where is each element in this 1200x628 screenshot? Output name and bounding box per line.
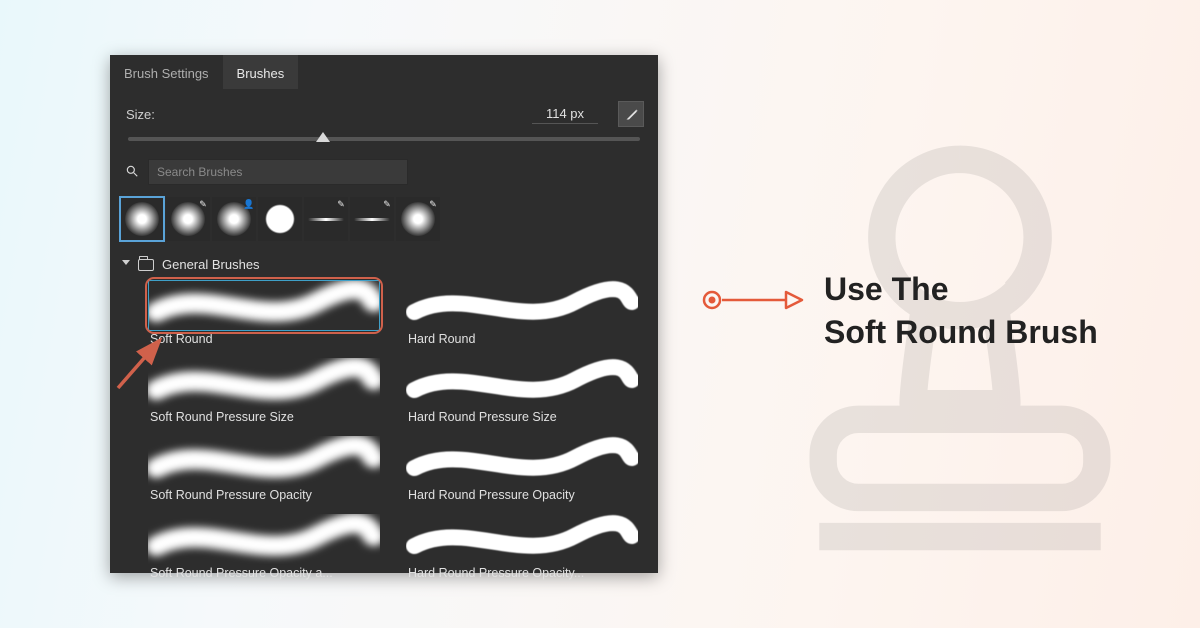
- brush-stroke-preview: [148, 436, 380, 486]
- instruction-arrow-icon: [700, 288, 806, 312]
- instruction-line-1: Use The: [824, 268, 1098, 311]
- line-shape-icon: [354, 218, 390, 221]
- folder-general-brushes[interactable]: General Brushes: [110, 251, 658, 280]
- brush-item[interactable]: Hard Round Pressure Opacity...: [406, 514, 638, 586]
- search-input[interactable]: [148, 159, 408, 185]
- size-label: Size:: [126, 107, 176, 122]
- thin-line-thumb-2[interactable]: ✎: [350, 197, 394, 241]
- recent-brushes-row: ✎ 👤 ✎ ✎ ✎: [110, 193, 658, 251]
- panel-tabbar: Brush Settings Brushes: [110, 55, 658, 89]
- soft-round-big-thumb[interactable]: ✎: [396, 197, 440, 241]
- brush-label: Hard Round: [406, 330, 638, 352]
- pencil-badge-icon: ✎: [427, 198, 439, 210]
- brush-stroke-preview: [148, 280, 380, 330]
- brush-label: Soft Round Pressure Opacity: [148, 486, 380, 508]
- brush-label: Hard Round Pressure Opacity...: [406, 564, 638, 586]
- brush-label: Soft Round Pressure Size: [148, 408, 380, 430]
- search-icon[interactable]: [124, 164, 140, 181]
- brush-label: Soft Round Pressure Opacity a...: [148, 564, 380, 586]
- brush-item[interactable]: Soft Round Pressure Opacity a...: [148, 514, 380, 586]
- brush-stroke-preview: [148, 358, 380, 408]
- folder-label: General Brushes: [162, 257, 260, 272]
- brush-stroke-preview: [406, 280, 638, 330]
- soft-shape-icon: [125, 202, 159, 236]
- chevron-down-icon: [120, 260, 130, 270]
- soft-round-pencil-thumb[interactable]: ✎: [166, 197, 210, 241]
- size-value-input[interactable]: 114 px: [532, 104, 598, 124]
- flip-icon: [624, 107, 639, 122]
- tab-brushes[interactable]: Brushes: [223, 55, 299, 89]
- pencil-badge-icon: ✎: [381, 198, 393, 210]
- instruction-text: Use The Soft Round Brush: [824, 268, 1098, 354]
- size-slider-thumb[interactable]: [316, 132, 330, 142]
- brush-label: Soft Round: [148, 330, 380, 352]
- instruction-line-2: Soft Round Brush: [824, 311, 1098, 354]
- pencil-badge-icon: ✎: [335, 198, 347, 210]
- brush-label: Hard Round Pressure Size: [406, 408, 638, 430]
- brush-stroke-preview: [406, 514, 638, 564]
- brush-item[interactable]: Hard Round Pressure Opacity: [406, 436, 638, 508]
- brushes-panel: Brush Settings Brushes Size: 114 px ✎👤✎✎…: [110, 55, 658, 573]
- brush-item[interactable]: Soft Round Pressure Size: [148, 358, 380, 430]
- soft-round-large-thumb[interactable]: 👤: [212, 197, 256, 241]
- brush-item[interactable]: Hard Round Pressure Size: [406, 358, 638, 430]
- search-row: [110, 151, 658, 193]
- brush-stroke-preview: [406, 436, 638, 486]
- hard-round-thumb[interactable]: [258, 197, 302, 241]
- thin-line-thumb[interactable]: ✎: [304, 197, 348, 241]
- hard-shape-icon: [265, 204, 295, 234]
- line-shape-icon: [308, 218, 344, 221]
- brush-stroke-preview: [148, 514, 380, 564]
- pencil-badge-icon: ✎: [197, 198, 209, 210]
- tab-brush-settings[interactable]: Brush Settings: [110, 55, 223, 89]
- folder-icon: [138, 259, 154, 271]
- brush-item[interactable]: Hard Round: [406, 280, 638, 352]
- brush-item[interactable]: Soft Round: [148, 280, 380, 352]
- size-row: Size: 114 px: [110, 89, 658, 131]
- brush-stroke-preview: [406, 358, 638, 408]
- size-slider[interactable]: [110, 137, 658, 151]
- brush-grid: Soft Round Hard Round Soft Round Pressur…: [110, 280, 658, 586]
- brush-item[interactable]: Soft Round Pressure Opacity: [148, 436, 380, 508]
- size-slider-track: [128, 137, 640, 141]
- flip-brush-button[interactable]: [618, 101, 644, 127]
- user-badge-icon: 👤: [243, 198, 255, 210]
- soft-round-thumb[interactable]: [120, 197, 164, 241]
- brush-label: Hard Round Pressure Opacity: [406, 486, 638, 508]
